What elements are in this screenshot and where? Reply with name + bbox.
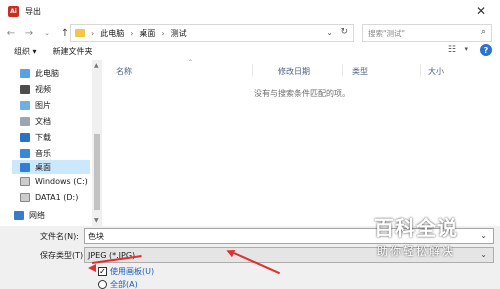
adobe-app-icon: Ai [8, 5, 19, 17]
navigation-pane: 此电脑 视频 图片 文档 下载 音乐 桌面 Windows (C:) DATA1… [0, 60, 92, 226]
sidebar-item-videos[interactable]: 视频 [20, 82, 51, 96]
navigation-bar: ← → ⌄ ↑ › 此电脑 › 桌面 › 测试 ⌄ ↻ 搜索"测试" ⌕ [0, 22, 500, 44]
scroll-down-icon[interactable]: ▼ [94, 217, 99, 224]
column-header-modified[interactable]: 修改日期 [278, 66, 310, 77]
back-arrow-icon[interactable]: ← [4, 28, 18, 39]
chevron-down-icon[interactable]: ▾ [464, 45, 468, 53]
sidebar-item-label: 图片 [35, 100, 51, 110]
sidebar-item-label: 此电脑 [35, 68, 59, 78]
chevron-down-icon[interactable]: ⌄ [326, 28, 333, 37]
breadcrumb-separator-icon: › [161, 28, 165, 38]
breadcrumb-this-pc[interactable]: 此电脑 [100, 28, 124, 39]
sidebar-item-windows-c[interactable]: Windows (C:) [20, 174, 88, 188]
sidebar-item-downloads[interactable]: 下载 [20, 130, 51, 144]
organize-button[interactable]: 组织 ▾ [14, 46, 37, 57]
save-type-label: 保存类型(T): [40, 251, 86, 260]
file-list: 名称 ⌃ 修改日期 类型 大小 没有与搜索条件匹配的项。 [102, 59, 500, 226]
column-header-type[interactable]: 类型 [352, 66, 368, 77]
sidebar-item-desktop[interactable]: 桌面 [12, 160, 90, 174]
use-artboards-checkbox[interactable]: ✓ 使用画板(U) [98, 266, 154, 277]
sidebar-item-documents[interactable]: 文档 [20, 114, 51, 128]
sidebar-item-pictures[interactable]: 图片 [20, 98, 51, 112]
column-divider[interactable] [342, 64, 343, 76]
search-placeholder: 搜索"测试" [368, 28, 405, 38]
column-divider[interactable] [252, 64, 253, 76]
all-artboards-radio[interactable]: 全部(A) [98, 279, 138, 289]
search-input[interactable]: 搜索"测试" ⌕ [362, 24, 492, 42]
breadcrumb-test[interactable]: 测试 [171, 28, 187, 39]
use-artboards-label: 使用画板(U) [110, 267, 155, 276]
sidebar-item-label: 网络 [29, 210, 45, 220]
refresh-icon[interactable]: ↻ [340, 27, 348, 37]
sidebar-item-label: 下载 [35, 132, 51, 142]
recent-dropdown-icon[interactable]: ⌄ [40, 29, 54, 37]
help-icon[interactable]: ? [480, 44, 492, 56]
filename-label: 文件名(N): [40, 232, 79, 241]
column-header-name[interactable]: 名称 [116, 66, 132, 77]
radio-icon[interactable] [98, 280, 107, 289]
checkmark-icon[interactable]: ✓ [98, 267, 107, 276]
sidebar-item-label: 桌面 [35, 162, 51, 172]
column-header-size[interactable]: 大小 [428, 66, 444, 77]
scrollbar-thumb[interactable] [94, 134, 100, 210]
sidebar-item-label: 文档 [35, 116, 51, 126]
sidebar-item-this-pc[interactable]: 此电脑 [20, 66, 59, 80]
watermark: 百科全说 助你轻松解决 [346, 212, 486, 259]
close-icon[interactable]: ✕ [476, 4, 486, 18]
network-icon [14, 210, 24, 220]
drive-icon [20, 176, 30, 186]
title-bar: Ai 导出 ✕ [0, 0, 500, 22]
annotation-arrowhead [88, 264, 96, 272]
pictures-icon [20, 100, 30, 110]
all-artboards-label: 全部(A) [110, 280, 138, 289]
column-divider[interactable] [420, 64, 421, 76]
sidebar-item-music[interactable]: 音乐 [20, 146, 51, 160]
breadcrumb-separator-icon: › [91, 28, 95, 38]
sidebar-item-label: DATA1 (D:) [35, 192, 79, 202]
download-icon [20, 132, 30, 142]
sort-caret-icon: ⌃ [188, 59, 194, 66]
scroll-up-icon[interactable]: ▲ [94, 62, 99, 69]
breadcrumb-desktop[interactable]: 桌面 [139, 28, 155, 39]
folder-icon [75, 29, 85, 37]
sidebar-item-data1-d[interactable]: DATA1 (D:) [20, 190, 78, 204]
computer-icon [20, 68, 30, 78]
documents-icon [20, 116, 30, 126]
search-icon[interactable]: ⌕ [481, 27, 486, 37]
watermark-subtitle: 助你轻松解决 [377, 245, 455, 258]
view-options-icon[interactable]: ☷ [448, 45, 456, 55]
sidebar-item-label: Windows (C:) [35, 176, 88, 186]
sidebar-scrollbar[interactable]: ▲ ▼ [92, 60, 102, 226]
sidebar-item-label: 视频 [35, 84, 51, 94]
address-bar[interactable]: › 此电脑 › 桌面 › 测试 ⌄ ↻ [70, 24, 354, 42]
filename-value: 色块 [88, 231, 104, 241]
breadcrumb-separator-icon: › [130, 28, 134, 38]
sidebar-item-label: 音乐 [35, 148, 51, 158]
forward-arrow-icon[interactable]: → [22, 28, 36, 39]
drive-icon [20, 192, 30, 202]
watermark-title: 百科全说 [374, 216, 458, 240]
desktop-icon [20, 162, 30, 172]
window-title: 导出 [25, 6, 41, 16]
empty-message: 没有与搜索条件匹配的项。 [254, 89, 350, 98]
sidebar-item-network[interactable]: 网络 [14, 208, 45, 222]
music-icon [20, 148, 30, 158]
video-icon [20, 84, 30, 94]
new-folder-button[interactable]: 新建文件夹 [53, 46, 93, 57]
command-toolbar: 组织 ▾ 新建文件夹 ☷ ▾ ? [0, 44, 500, 58]
